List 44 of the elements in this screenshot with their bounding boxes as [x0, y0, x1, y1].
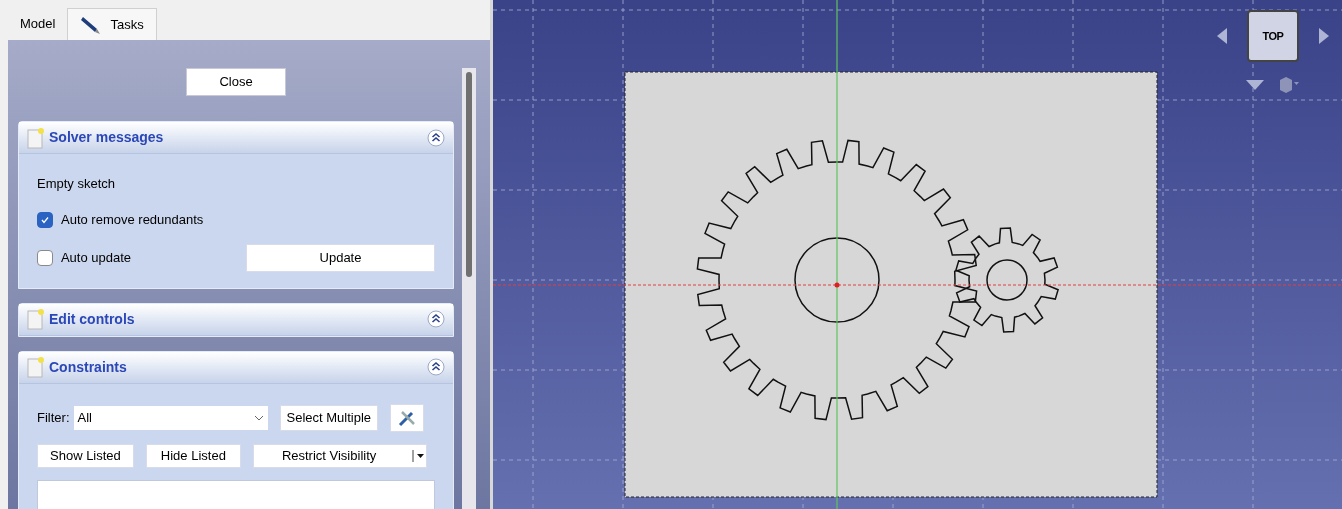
3d-viewport[interactable]: TOP — [493, 0, 1342, 509]
shaft-hole[interactable] — [986, 259, 1028, 301]
select-multiple-button[interactable]: Select Multiple — [279, 404, 379, 431]
navigation-cube[interactable]: TOP — [1247, 10, 1299, 62]
down-arrow-icon[interactable] — [1246, 80, 1264, 90]
checkbox-label: Auto update — [60, 248, 133, 267]
page-icon — [27, 308, 45, 330]
tab[interactable]: Tasks — [67, 8, 157, 40]
restrict-visibility-button[interactable]: Restrict Visibility — [252, 443, 427, 468]
check-icon — [40, 214, 50, 225]
shaft-hole[interactable] — [794, 237, 880, 323]
page-icon — [27, 126, 45, 149]
cube-icon[interactable] — [1278, 76, 1300, 94]
scrollbar-thumb[interactable] — [466, 72, 472, 277]
collapse-icon[interactable] — [427, 358, 445, 376]
checkbox[interactable] — [37, 211, 53, 228]
update-button[interactable]: Update — [246, 243, 435, 272]
right-arrow-icon[interactable] — [1319, 28, 1329, 44]
origin-point — [834, 282, 840, 288]
caret-icon — [253, 414, 264, 421]
collapse-icon[interactable] — [427, 310, 445, 328]
settings-button[interactable] — [390, 403, 425, 432]
close-button[interactable]: Close — [186, 68, 286, 96]
section-title: Constraints — [49, 357, 128, 377]
show-listed-button[interactable]: Show Listed — [37, 443, 134, 468]
tab[interactable]: Model — [8, 8, 68, 40]
section-title: Edit controls — [49, 309, 136, 329]
filter-label: Filter: — [37, 408, 70, 427]
section-title: Solver messages — [49, 128, 165, 147]
page-icon — [27, 356, 45, 378]
small-gear[interactable] — [955, 227, 1059, 333]
section-header[interactable]: Constraints — [19, 351, 453, 384]
status-text: Empty sketch — [37, 175, 117, 193]
section-header[interactable]: Edit controls — [19, 303, 453, 336]
pencil-icon — [80, 14, 103, 35]
large-gear[interactable] — [696, 139, 978, 421]
section-header[interactable]: Solver messages — [19, 122, 453, 154]
caret-icon — [411, 448, 426, 463]
checkbox-label: Auto remove redundants — [61, 210, 205, 229]
hide-listed-button[interactable]: Hide Listed — [145, 443, 241, 468]
collapse-icon[interactable] — [427, 128, 445, 147]
filter-dropdown[interactable]: All — [73, 405, 268, 430]
left-arrow-icon[interactable] — [1217, 28, 1227, 44]
checkbox[interactable] — [37, 249, 53, 266]
